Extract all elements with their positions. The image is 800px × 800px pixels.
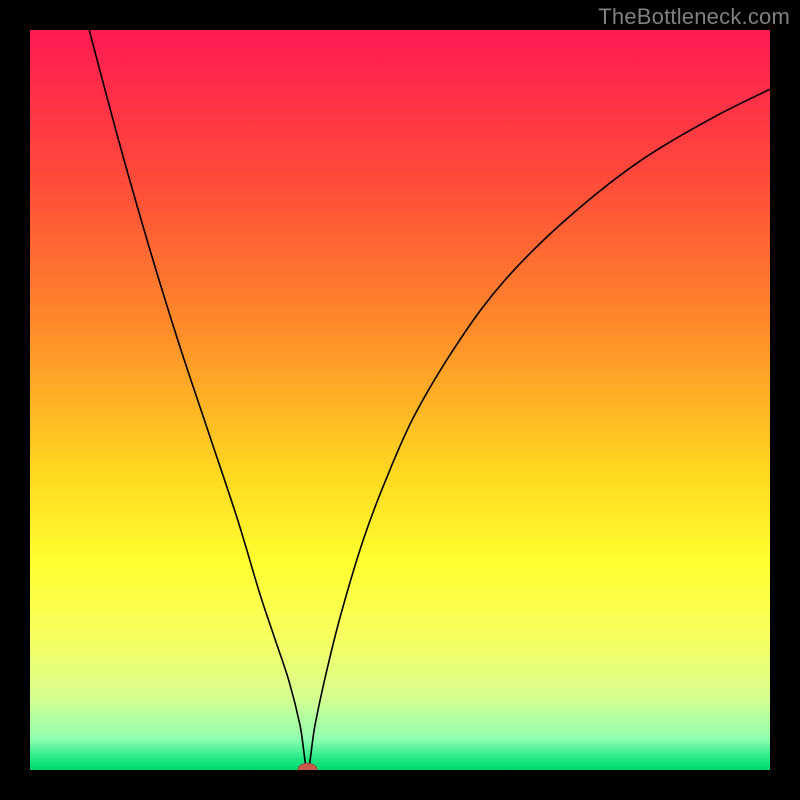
gradient-background [30, 30, 770, 770]
plot-area [30, 30, 770, 770]
chart-svg [30, 30, 770, 770]
watermark-text: TheBottleneck.com [598, 4, 790, 30]
chart-frame: TheBottleneck.com [0, 0, 800, 800]
